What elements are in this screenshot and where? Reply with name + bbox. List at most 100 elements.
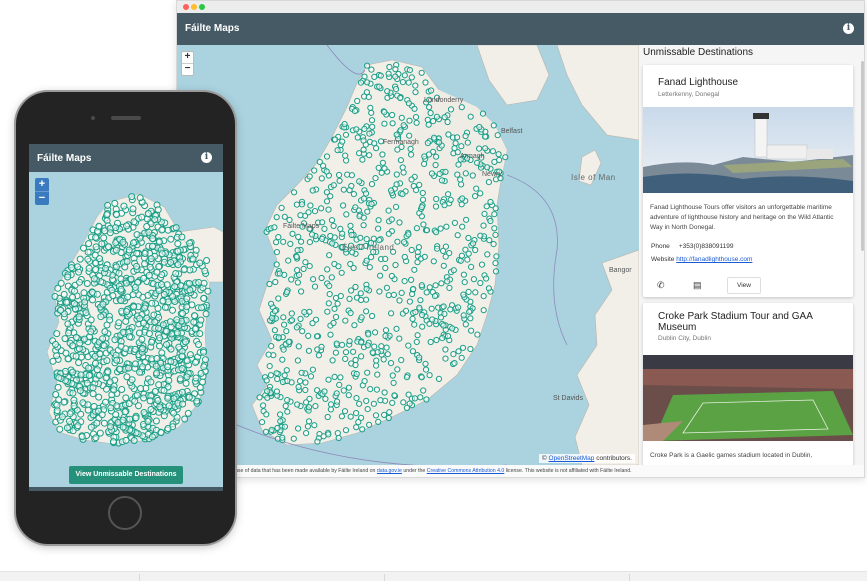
map-marker[interactable] [103,357,111,365]
map-marker[interactable] [69,368,77,376]
map-marker[interactable] [417,297,424,304]
map-marker[interactable] [192,358,199,366]
map-marker[interactable] [293,253,300,260]
map-marker[interactable] [203,257,211,264]
map-marker[interactable] [325,206,332,213]
map-marker[interactable] [303,399,310,406]
map-marker[interactable] [295,425,302,432]
map-marker[interactable] [281,372,288,379]
map-marker[interactable] [294,357,302,364]
map-marker[interactable] [482,133,489,140]
map-marker[interactable] [381,389,388,396]
map-marker[interactable] [282,402,289,410]
map-marker[interactable] [186,266,194,274]
map-marker[interactable] [311,167,318,174]
map-marker[interactable] [326,252,333,259]
map-marker[interactable] [93,419,101,427]
map-marker[interactable] [467,113,474,120]
map-marker[interactable] [119,416,127,424]
map-marker[interactable] [174,240,182,248]
map-marker[interactable] [489,148,496,155]
map-marker[interactable] [458,252,465,259]
map-marker[interactable] [121,408,129,416]
data-gov-link[interactable]: data.gov.ie [377,468,402,474]
map-marker[interactable] [364,79,371,86]
map-marker[interactable] [358,339,365,346]
map-marker[interactable] [367,104,374,111]
map-marker[interactable] [136,368,144,376]
map-marker[interactable] [291,189,298,196]
map-marker[interactable] [82,309,90,317]
map-marker[interactable] [52,391,60,398]
map-marker[interactable] [288,276,295,283]
map-marker[interactable] [280,314,287,321]
map-marker[interactable] [484,251,491,258]
map-marker[interactable] [441,114,448,121]
map-marker[interactable] [413,187,420,194]
map-marker[interactable] [99,335,107,343]
map-marker[interactable] [408,176,415,183]
map-marker[interactable] [310,276,317,283]
map-marker[interactable] [447,306,454,313]
map-marker[interactable] [154,206,162,214]
map-marker[interactable] [472,289,479,296]
map-marker[interactable] [337,225,344,232]
map-marker[interactable] [367,386,374,393]
map-marker[interactable] [329,240,336,247]
map-marker[interactable] [87,316,95,324]
map-marker[interactable] [72,352,80,360]
map-marker[interactable] [356,178,363,185]
map-marker[interactable] [353,410,360,417]
map-marker[interactable] [173,316,181,324]
map-marker[interactable] [77,410,85,418]
map-marker[interactable] [388,187,395,194]
map-marker[interactable] [342,427,350,434]
map-marker[interactable] [455,348,462,355]
map-marker[interactable] [411,266,418,273]
map-marker[interactable] [101,227,109,235]
map-marker[interactable] [170,395,178,403]
map-marker[interactable] [279,434,286,441]
map-marker[interactable] [444,333,452,340]
map-marker[interactable] [71,287,78,295]
map-marker[interactable] [375,217,382,224]
map-marker[interactable] [442,346,449,353]
map-marker[interactable] [368,109,375,116]
map-marker[interactable] [156,342,163,350]
map-marker[interactable] [481,210,488,217]
map-marker[interactable] [353,370,360,378]
map-marker[interactable] [389,399,396,406]
map-marker[interactable] [352,356,359,364]
map-marker[interactable] [159,297,167,305]
map-marker[interactable] [95,372,103,379]
map-marker[interactable] [81,298,89,306]
map-marker[interactable] [384,351,391,358]
map-marker[interactable] [74,263,82,271]
map-marker[interactable] [123,222,130,230]
map-marker[interactable] [93,366,101,374]
map-marker[interactable] [326,291,333,298]
map-marker[interactable] [338,413,345,420]
map-marker[interactable] [324,413,331,421]
map-marker[interactable] [436,139,443,146]
map-marker[interactable] [440,322,447,329]
maximize-window-button[interactable] [199,4,205,10]
map-marker[interactable] [306,263,313,270]
map-marker[interactable] [374,371,381,378]
map-marker[interactable] [106,229,114,237]
map-marker[interactable] [348,287,355,294]
map-marker[interactable] [354,97,361,105]
map-marker[interactable] [169,292,177,300]
map-marker[interactable] [323,153,331,160]
map-marker[interactable] [178,388,186,396]
map-marker[interactable] [476,145,483,152]
map-marker[interactable] [61,335,69,343]
map-marker[interactable] [382,264,389,272]
map-marker[interactable] [327,331,334,338]
map-marker[interactable] [74,422,82,430]
map-marker[interactable] [396,297,403,304]
map-marker[interactable] [183,303,191,311]
map-marker[interactable] [397,127,404,134]
map-marker[interactable] [467,345,474,353]
map-marker[interactable] [333,390,340,397]
